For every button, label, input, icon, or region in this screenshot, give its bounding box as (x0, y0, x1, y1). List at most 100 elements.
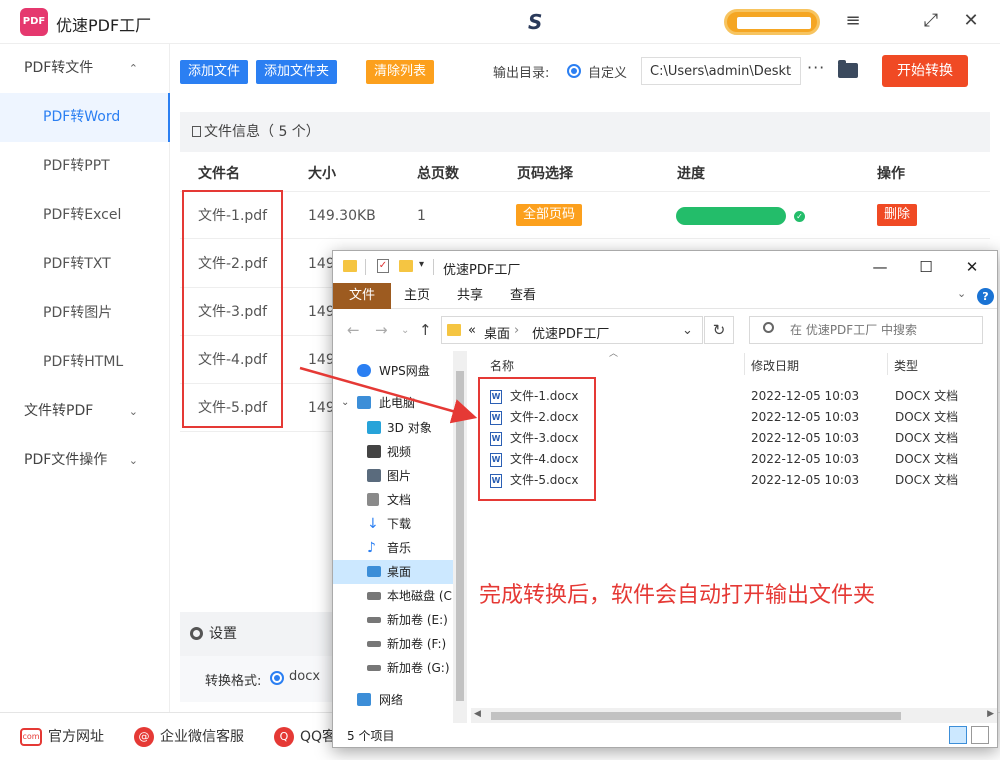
col-size: 大小 (308, 166, 336, 182)
output-path-input[interactable] (641, 57, 801, 85)
tree-item-documents[interactable]: 文档 (333, 488, 453, 512)
tree-item-videos[interactable]: 视频 (333, 440, 453, 464)
tab-view[interactable]: 查看 (510, 283, 536, 309)
tree-scroll-thumb[interactable] (456, 371, 464, 701)
refresh-icon[interactable]: ↻ (704, 316, 734, 344)
tree-item-desktop[interactable]: 桌面 (333, 560, 453, 584)
search-input[interactable] (749, 316, 983, 344)
settings-header[interactable]: 设置 (180, 612, 332, 656)
promo-banner[interactable] (724, 9, 820, 35)
official-site-link[interactable]: com 官方网址 (20, 713, 104, 760)
sidebar-item-pdf-to-txt[interactable]: PDF转TXT (0, 240, 170, 289)
col-name[interactable]: 名称 (490, 357, 514, 374)
list-scrollbar[interactable]: ◀ ▶ (471, 708, 997, 723)
scroll-right-arrow-icon[interactable]: ▶ (987, 709, 994, 719)
chevron-down-icon[interactable]: ⌄ (957, 287, 966, 300)
table-row: 文件-1.pdf 149.30KB 1 全部页码 ✓ 删除 (180, 191, 990, 239)
details-view-icon[interactable] (949, 726, 967, 744)
back-arrow-icon[interactable]: ← (347, 321, 360, 339)
start-convert-button[interactable]: 开始转换 (882, 55, 968, 87)
tree-item-downloads[interactable]: ↓ 下载 (333, 512, 453, 536)
tab-home[interactable]: 主页 (404, 283, 430, 309)
sidebar-item-pdf-to-excel[interactable]: PDF转Excel (0, 191, 170, 240)
page-select-button[interactable]: 全部页码 (516, 204, 583, 226)
sidebar-group-pdf-to-file[interactable]: PDF转文件 ⌃ (0, 44, 170, 93)
custom-dir-label: 自定义 (588, 66, 628, 81)
tree-item-label: 下载 (387, 517, 412, 531)
large-icons-view-icon[interactable] (971, 726, 989, 744)
sidebar-item-pdf-to-image[interactable]: PDF转图片 (0, 289, 170, 338)
sidebar-group-file-to-pdf[interactable]: 文件转PDF ⌄ (0, 387, 170, 436)
sidebar-item-pdf-to-ppt[interactable]: PDF转PPT (0, 142, 170, 191)
delete-button[interactable]: 删除 (877, 204, 918, 226)
tree-item-this-pc[interactable]: ⌄ 此电脑 (333, 391, 453, 415)
new-folder-icon[interactable] (399, 260, 413, 272)
add-folder-button[interactable]: 添加文件夹 (256, 60, 338, 84)
tree-item-network[interactable]: 网络 (333, 688, 453, 712)
forward-arrow-icon[interactable]: → (375, 321, 388, 339)
tree-item-label: 图片 (387, 469, 412, 483)
minimize-icon[interactable]: — (868, 255, 892, 279)
footer-label: 企业微信客服 (160, 729, 244, 745)
footer-label: QQ客 (300, 729, 337, 745)
recent-dropdown-icon[interactable]: ⌄ (401, 325, 409, 336)
close-icon[interactable]: ✕ (960, 255, 984, 279)
maximize-icon[interactable]: ☐ (914, 255, 938, 279)
tree-item-volume-g[interactable]: 新加卷 (G:) (333, 656, 453, 680)
tree-item-wps-drive[interactable]: WPS网盘 (333, 359, 453, 383)
scroll-left-arrow-icon[interactable]: ◀ (474, 709, 481, 719)
address-bar[interactable]: « 桌面 › 优速PDF工厂 ⌄ (441, 316, 703, 344)
format-docx-radio[interactable] (270, 671, 284, 685)
qq-support-link[interactable]: Q QQ客 (274, 713, 336, 760)
close-icon[interactable]: ✕ (958, 8, 984, 34)
tree-scrollbar[interactable] (453, 351, 467, 723)
chevron-down-icon: ⌄ (341, 397, 350, 408)
add-file-button[interactable]: 添加文件 (180, 60, 249, 84)
help-icon[interactable]: ? (977, 288, 994, 305)
menu-icon[interactable]: ≡ (840, 8, 866, 34)
list-scroll-thumb[interactable] (491, 712, 901, 720)
film-icon (367, 445, 381, 458)
tree-item-volume-f[interactable]: 新加卷 (F:) (333, 632, 453, 656)
tree-item-label: WPS网盘 (379, 364, 430, 378)
col-type[interactable]: 类型 (894, 357, 918, 374)
tree-item-volume-e[interactable]: 新加卷 (E:) (333, 608, 453, 632)
properties-icon[interactable]: ✓ (377, 259, 389, 273)
file-type: DOCX 文档 (895, 389, 959, 403)
sidebar-item-pdf-to-html[interactable]: PDF转HTML (0, 338, 170, 387)
app-title: 优速PDF工厂 (56, 16, 152, 35)
address-segment-folder[interactable]: 优速PDF工厂 (532, 323, 609, 342)
tree-item-label: 3D 对象 (387, 421, 432, 435)
brand-mark-icon: S (528, 10, 543, 34)
more-options-icon[interactable]: ··· (807, 58, 825, 77)
tree-item-music[interactable]: ♪ 音乐 (333, 536, 453, 560)
sort-indicator-icon: ︿ (609, 349, 619, 359)
tree-item-local-disk-c[interactable]: 本地磁盘 (C (333, 584, 453, 608)
file-type: DOCX 文档 (895, 431, 959, 445)
progress-bar (676, 207, 786, 225)
maximize-icon[interactable]: ⤢ (918, 8, 944, 34)
document-icon (367, 493, 379, 506)
sidebar-item-pdf-to-word[interactable]: PDF转Word (0, 93, 170, 142)
tree-item-label: 新加卷 (G:) (387, 661, 450, 675)
chevron-down-icon[interactable]: ▾ (419, 259, 424, 270)
wecom-support-link[interactable]: @ 企业微信客服 (134, 713, 244, 760)
up-arrow-icon[interactable]: ↑ (419, 321, 432, 339)
format-label: 转换格式: (205, 674, 262, 689)
col-progress: 进度 (677, 166, 705, 182)
custom-dir-radio[interactable] (567, 64, 581, 78)
tree-item-label: 文档 (387, 493, 412, 507)
tree-item-3d-objects[interactable]: 3D 对象 (333, 416, 453, 440)
ribbon: 文件 主页 共享 查看 ⌄ ? (333, 283, 997, 309)
chevron-down-icon[interactable]: ⌄ (682, 323, 693, 338)
clear-list-button[interactable]: 清除列表 (366, 60, 435, 84)
open-folder-icon[interactable] (838, 60, 858, 78)
sidebar-group-pdf-operations[interactable]: PDF文件操作 ⌄ (0, 436, 170, 485)
chevron-down-icon: ⌄ (128, 405, 138, 418)
tab-share[interactable]: 共享 (457, 283, 483, 309)
tree-item-pictures[interactable]: 图片 (333, 464, 453, 488)
col-modified[interactable]: 修改日期 (751, 357, 799, 374)
address-prefix[interactable]: « (468, 323, 476, 338)
tab-file[interactable]: 文件 (333, 283, 391, 309)
address-segment-desktop[interactable]: 桌面 (484, 323, 510, 342)
